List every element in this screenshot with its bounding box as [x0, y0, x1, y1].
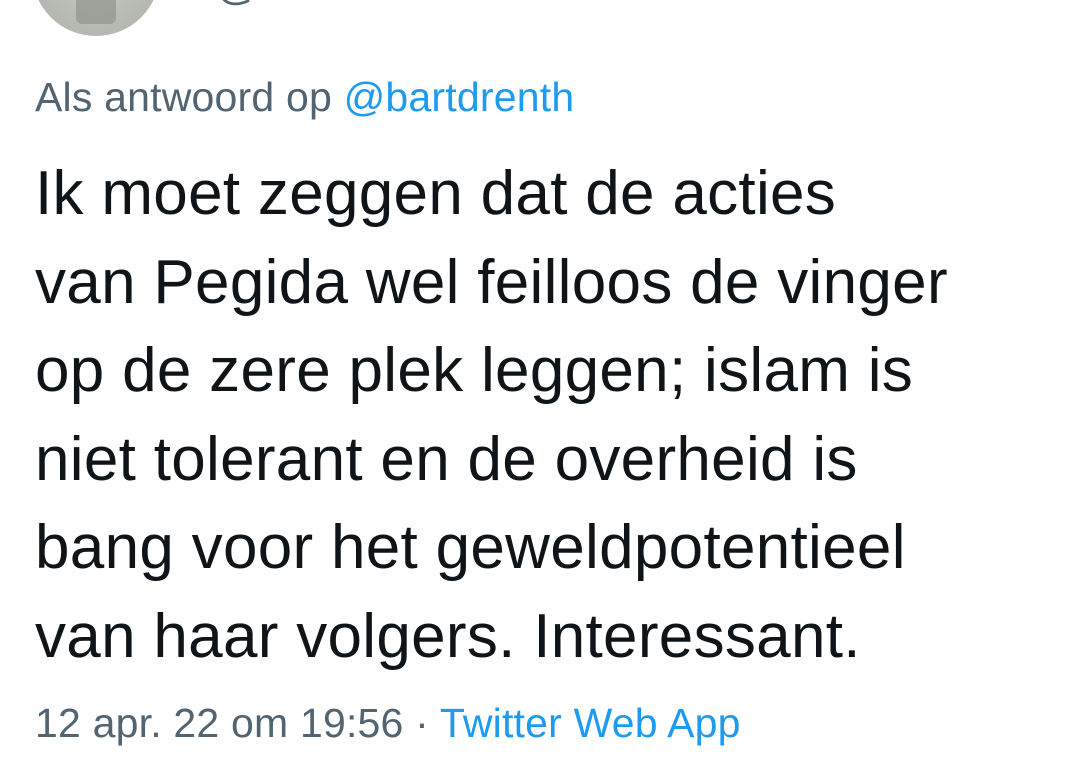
tweet-detail: @bowmore70 Als antwoord op @bartdrenth I… — [0, 0, 1080, 774]
reply-mention-link[interactable]: @bartdrenth — [344, 74, 575, 120]
tweet-metadata: 12 apr. 22 om 19:56 · Twitter Web App — [35, 700, 741, 747]
tweet-time[interactable]: 19:56 — [300, 700, 404, 746]
avatar[interactable] — [32, 0, 160, 36]
tweet-text: Ik moet zeggen dat de acties van Pegida … — [35, 159, 948, 671]
tweet-source-link[interactable]: Twitter Web App — [440, 700, 741, 746]
meta-separator: · — [403, 700, 440, 746]
author-handle[interactable]: @bowmore70 — [215, 0, 490, 10]
avatar-image — [76, 0, 116, 24]
tweet-date[interactable]: 12 apr. 22 — [35, 700, 219, 746]
reply-context: Als antwoord op @bartdrenth — [35, 74, 574, 121]
time-prefix: om — [219, 700, 300, 746]
reply-prefix: Als antwoord op — [35, 74, 344, 120]
